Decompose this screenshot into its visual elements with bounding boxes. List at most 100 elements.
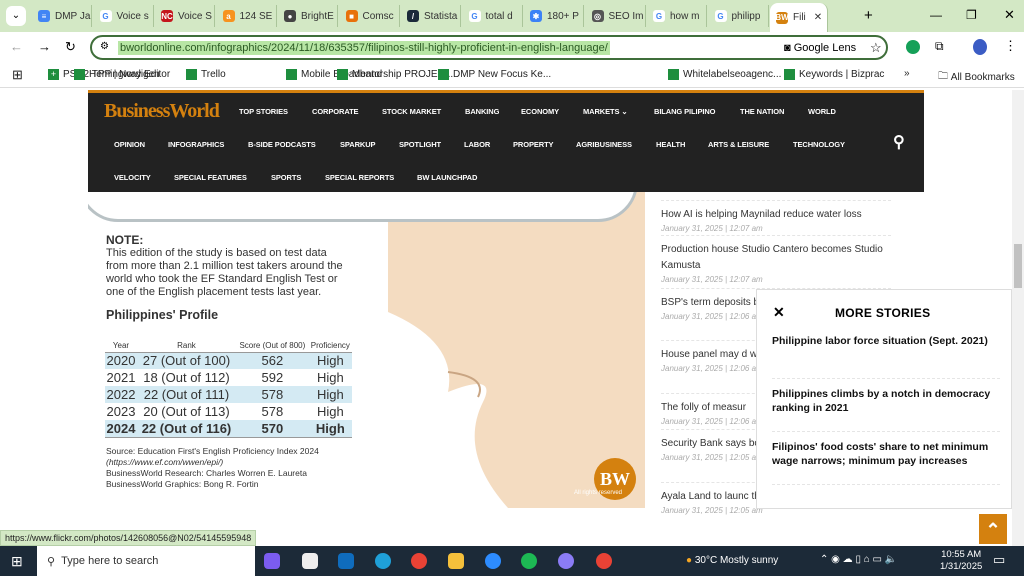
nav-item[interactable]: OPINION: [114, 140, 145, 149]
minimize-button[interactable]: —: [930, 8, 942, 22]
news-title[interactable]: How AI is helping Maynilad reduce water …: [661, 207, 891, 223]
system-tray[interactable]: ⌃ ◉ ☁ ▯ ⌂ ▭ 🔈: [820, 554, 897, 565]
restore-button[interactable]: ❐: [966, 8, 977, 22]
tab[interactable]: NC Voice S: [155, 5, 215, 27]
nav-item[interactable]: SPARKUP: [340, 140, 376, 149]
tab-search-button[interactable]: ⌄: [6, 6, 26, 26]
tab-label: Statista: [424, 10, 458, 22]
tab[interactable]: ✱ 180+ P: [524, 5, 584, 27]
tab[interactable]: G Voice s: [94, 5, 154, 27]
nav-item[interactable]: STOCK MARKET: [382, 107, 441, 116]
more-story-link[interactable]: Filipinos' food costs' share to net mini…: [772, 440, 992, 468]
all-bookmarks[interactable]: 🗀 All Bookmarks: [938, 69, 1015, 86]
tab[interactable]: ● BrightE: [278, 5, 338, 27]
nav-item[interactable]: HEALTH: [656, 140, 685, 149]
tab[interactable]: ≡ DMP Ja: [32, 5, 92, 27]
more-story-link[interactable]: Philippine labor force situation (Sept. …: [772, 334, 992, 348]
nav-item[interactable]: INFOGRAPHICS: [168, 140, 224, 149]
back-to-top-button[interactable]: ⌃: [979, 514, 1007, 544]
close-icon[interactable]: ✕: [773, 304, 785, 321]
tab[interactable]: Ghow m: [647, 5, 707, 27]
table-cell: 2023: [106, 404, 136, 419]
nav-item[interactable]: VELOCITY: [114, 173, 151, 182]
clock-app-icon[interactable]: [558, 553, 574, 569]
tab-favicon-icon: G: [714, 10, 727, 22]
tab[interactable]: Gphilipp: [709, 5, 769, 27]
close-window-button[interactable]: ✕: [1004, 7, 1015, 23]
zoom-icon[interactable]: [485, 553, 501, 569]
bookmarks-bar: ⊞ + PSD2 TPP | Nordigen Hemingway Editor Tr…: [0, 62, 1024, 88]
nav-item[interactable]: WORLD: [808, 107, 836, 116]
tab[interactable]: Gtotal d: [463, 5, 523, 27]
scrollbar-thumb[interactable]: [1014, 244, 1022, 288]
nav-item[interactable]: SPOTLIGHT: [399, 140, 441, 149]
news-item[interactable]: How AI is helping Maynilad reduce water …: [661, 207, 891, 234]
nav-item[interactable]: MARKETS ⌄: [583, 107, 628, 116]
news-title[interactable]: Production house Studio Cantero becomes …: [661, 242, 891, 274]
back-button[interactable]: ←: [10, 39, 23, 54]
notifications-icon[interactable]: ▭: [993, 552, 1005, 568]
url-text[interactable]: bworldonline.com/infographics/2024/11/18…: [118, 40, 610, 55]
bookmark-item[interactable]: Keywords | Bizprac: [784, 69, 884, 80]
start-button[interactable]: ⊞: [11, 553, 23, 570]
bookmark-item[interactable]: Mentorship PROJEC...: [337, 69, 453, 80]
tab[interactable]: ■ Comsc: [340, 5, 400, 27]
clock[interactable]: 10:55 AM 1/31/2025: [940, 549, 982, 573]
nav-item[interactable]: BILANG PILIPINO: [654, 107, 716, 116]
more-bookmarks-icon[interactable]: »: [904, 68, 910, 79]
nav-item[interactable]: ARTS & LEISURE: [708, 140, 769, 149]
nav-item[interactable]: SPORTS: [271, 173, 301, 182]
weather[interactable]: ● 30°C Mostly sunny: [686, 555, 778, 566]
nav-item[interactable]: THE NATION: [740, 107, 784, 116]
nav-item[interactable]: SPECIAL FEATURES: [174, 173, 247, 182]
bookmark-item[interactable]: Hemingway Editor: [74, 69, 170, 80]
edge-icon[interactable]: [375, 553, 391, 569]
nav-item[interactable]: PROPERTY: [513, 140, 554, 149]
tab-label: 124 SE: [239, 10, 273, 22]
google-lens-button[interactable]: ◙ Google Lens: [784, 42, 856, 54]
site-logo[interactable]: BusinessWorld: [104, 100, 220, 123]
bookmark-item[interactable]: Trello: [186, 69, 226, 80]
site-info-icon[interactable]: ⚙: [100, 41, 109, 52]
chrome-icon[interactable]: [411, 553, 427, 569]
nav-item[interactable]: BANKING: [465, 107, 499, 116]
bookmark-star-icon[interactable]: ☆: [870, 40, 882, 56]
bookmark-item[interactable]: DMP New Focus Ke...: [438, 69, 551, 80]
nav-item[interactable]: AGRIBUSINESS: [576, 140, 632, 149]
news-item[interactable]: Production house Studio Cantero becomes …: [661, 242, 891, 285]
tab-close-icon[interactable]: ✕: [814, 12, 822, 23]
outlook-icon[interactable]: [338, 553, 354, 569]
reload-button[interactable]: ↻: [65, 39, 76, 55]
nav-item[interactable]: LABOR: [464, 140, 490, 149]
nav-item[interactable]: SPECIAL REPORTS: [325, 173, 394, 182]
address-bar[interactable]: ⚙ bworldonline.com/infographics/2024/11/…: [90, 35, 888, 60]
forward-button[interactable]: →: [38, 39, 51, 54]
store-icon[interactable]: [302, 553, 318, 569]
more-story-link[interactable]: Philippines climbs by a notch in democra…: [772, 387, 992, 415]
nav-item[interactable]: CORPORATE: [312, 107, 359, 116]
tab[interactable]: / Statista: [401, 5, 461, 27]
file-explorer-icon[interactable]: [448, 553, 464, 569]
apps-icon[interactable]: ⊞: [12, 67, 23, 83]
profile-avatar[interactable]: [973, 39, 987, 55]
table-header: Score (Out of 800): [235, 340, 309, 353]
copilot-icon[interactable]: [264, 553, 280, 569]
nav-item[interactable]: B-SIDE PODCASTS: [248, 140, 316, 149]
bookmark-item[interactable]: Whitelabelseoagenc...: [668, 69, 781, 80]
spotify-icon[interactable]: [521, 553, 537, 569]
new-tab-button[interactable]: +: [864, 7, 873, 24]
tab[interactable]: ◎ SEO Im: [586, 5, 646, 27]
tab[interactable]: BW Fili ✕: [770, 3, 828, 32]
extensions-icon[interactable]: ⧉: [935, 39, 944, 54]
scrollbar[interactable]: [1012, 90, 1024, 546]
nav-item[interactable]: TOP STORIES: [239, 107, 288, 116]
taskbar-search[interactable]: ⚲ Type here to search: [37, 546, 255, 576]
tab[interactable]: a 124 SE: [217, 5, 277, 27]
menu-button[interactable]: ⋮: [1004, 38, 1017, 54]
chrome-profile-icon[interactable]: [596, 553, 612, 569]
nav-item[interactable]: TECHNOLOGY: [793, 140, 845, 149]
grammarly-extension-icon[interactable]: [906, 40, 920, 54]
search-icon[interactable]: ⚲: [893, 132, 905, 152]
nav-item[interactable]: BW LAUNCHPAD: [417, 173, 477, 182]
nav-item[interactable]: ECONOMY: [521, 107, 559, 116]
